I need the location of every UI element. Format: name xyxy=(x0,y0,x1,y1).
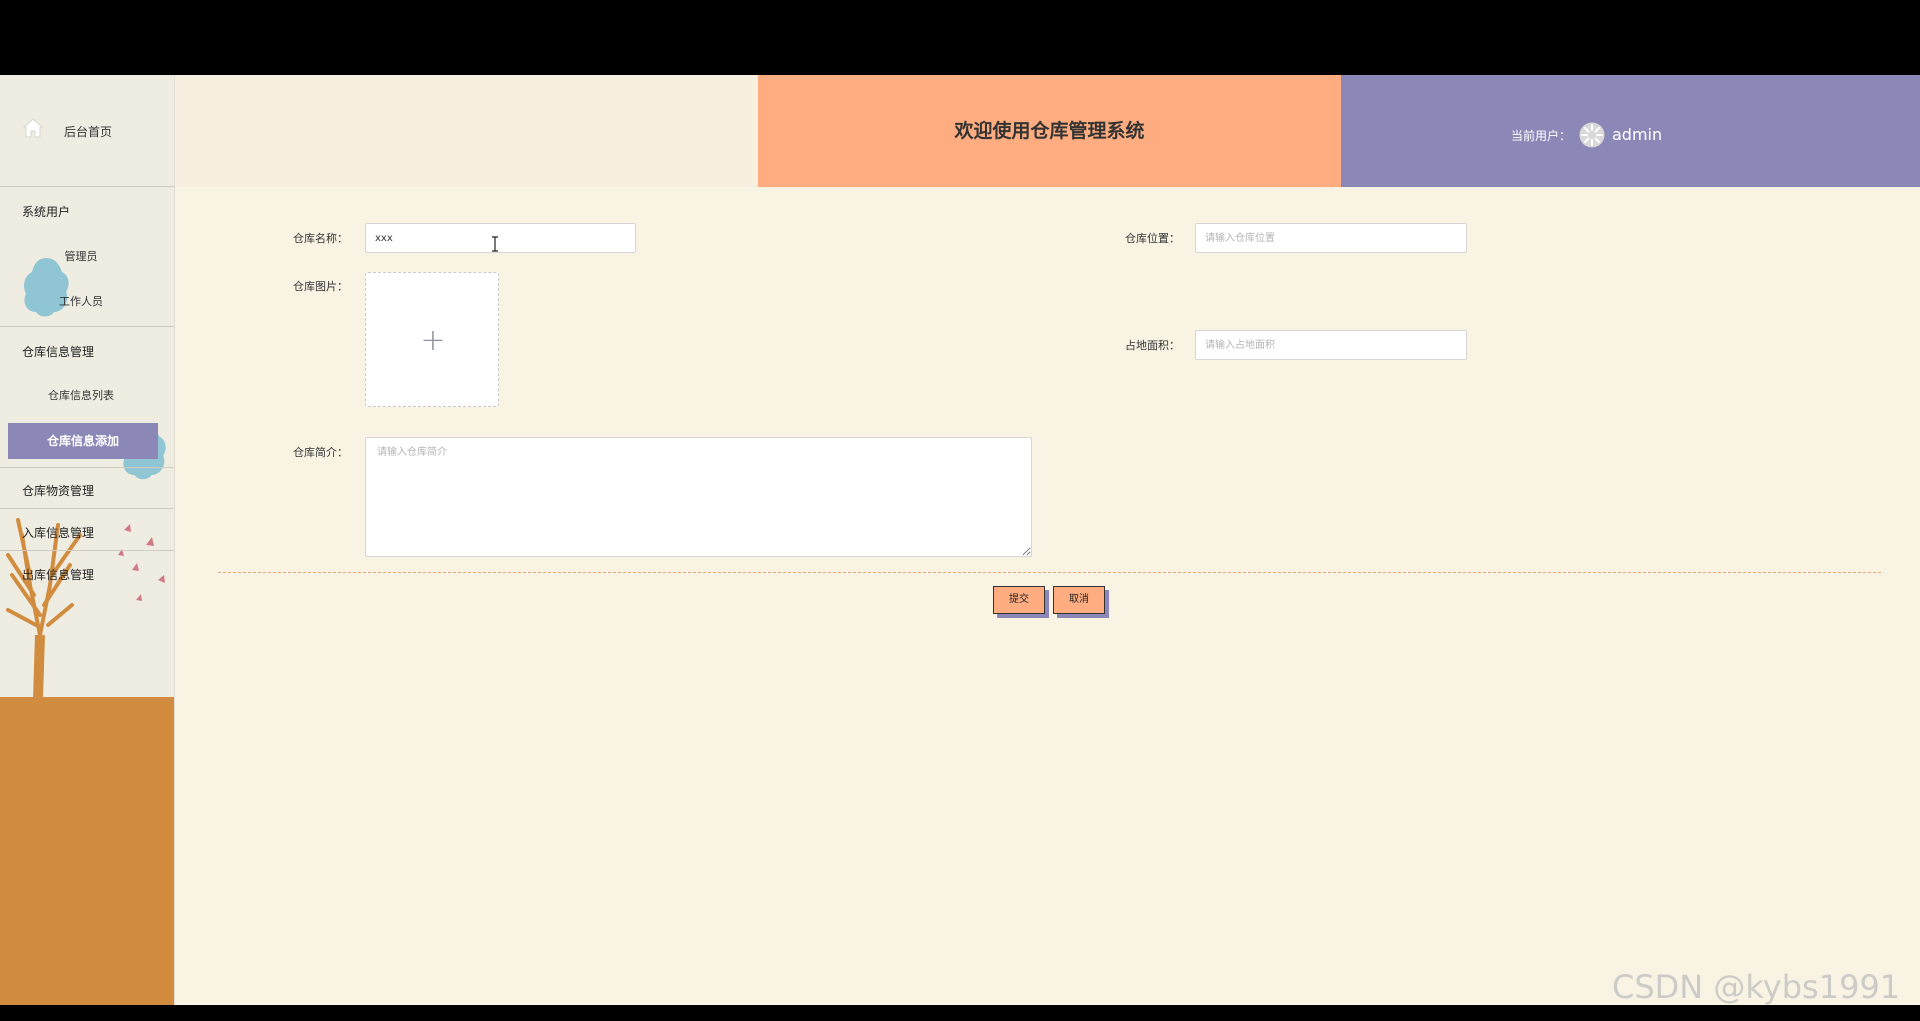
text-cursor-icon xyxy=(492,236,498,252)
floor-area-input[interactable] xyxy=(1195,330,1467,360)
sidebar-item-home[interactable]: 后台首页 xyxy=(0,75,174,187)
sidebar-section-outbound[interactable]: 出库信息管理 xyxy=(22,566,94,583)
user-name[interactable]: admin xyxy=(1612,125,1662,144)
page-title: 欢迎使用仓库管理系统 xyxy=(758,75,1341,187)
warehouse-location-input[interactable] xyxy=(1195,223,1467,253)
sidebar-item-warehouse-add[interactable]: 仓库信息添加 xyxy=(8,423,158,459)
header-spacer xyxy=(175,75,758,187)
sidebar-item-staff[interactable]: 工作人员 xyxy=(0,293,162,309)
warehouse-image-label: 仓库图片： xyxy=(293,280,348,293)
image-upload-area[interactable]: + xyxy=(365,272,499,407)
sidebar-section-inbound[interactable]: 入库信息管理 xyxy=(22,524,94,541)
form-divider xyxy=(218,572,1881,573)
sidebar-item-label: 后台首页 xyxy=(64,125,113,139)
sidebar-item-warehouse-list[interactable]: 仓库信息列表 xyxy=(0,387,162,403)
watermark: CSDN @kybs1991 xyxy=(1612,968,1901,1005)
floor-area-label: 占地面积： xyxy=(1125,339,1180,352)
app-window: 后台首页 系统用户 管理员 工作人员 仓库信息管理 仓库信息列表 仓库信息添加 … xyxy=(0,75,1920,1005)
avatar-icon[interactable] xyxy=(1579,122,1605,148)
sidebar-divider xyxy=(0,508,174,509)
sidebar-divider xyxy=(0,467,174,468)
plus-icon: + xyxy=(420,323,446,358)
sidebar-item-admins[interactable]: 管理员 xyxy=(0,248,162,264)
warehouse-intro-label: 仓库简介： xyxy=(293,446,348,459)
warehouse-name-label: 仓库名称： xyxy=(293,232,348,245)
cancel-button[interactable]: 取消 xyxy=(1053,586,1105,614)
warehouse-name-input[interactable] xyxy=(365,223,636,253)
sidebar-ground-decoration xyxy=(0,697,174,1005)
sidebar-section-system-users[interactable]: 系统用户 xyxy=(22,203,70,220)
sidebar-section-warehouse-info[interactable]: 仓库信息管理 xyxy=(22,343,94,360)
sidebar-divider xyxy=(0,550,174,551)
user-label: 当前用户： xyxy=(1511,129,1572,143)
warehouse-location-label: 仓库位置： xyxy=(1125,232,1180,245)
sidebar-section-materials[interactable]: 仓库物资管理 xyxy=(22,482,94,499)
sidebar: 后台首页 系统用户 管理员 工作人员 仓库信息管理 仓库信息列表 仓库信息添加 … xyxy=(0,75,175,1005)
sidebar-divider xyxy=(0,326,174,327)
home-icon xyxy=(22,118,44,138)
tree-decoration-icon xyxy=(6,518,165,699)
warehouse-intro-textarea[interactable] xyxy=(365,437,1032,557)
user-panel: 当前用户： admin xyxy=(1341,75,1920,187)
submit-button[interactable]: 提交 xyxy=(993,586,1045,614)
